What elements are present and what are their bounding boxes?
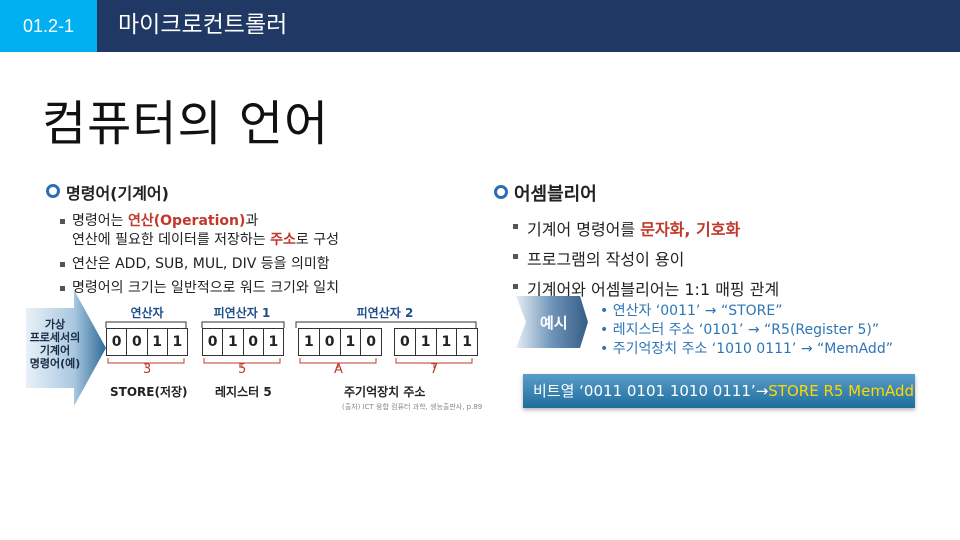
bit-cell: 1 <box>341 329 362 355</box>
bullet-text: 명령어의 크기는 일반적으로 워드 크기와 일치 <box>72 280 339 296</box>
machine-language-title: 명령어(기계어) <box>46 180 169 204</box>
bullet-text: 연산은 ADD, SUB, MUL, DIV 등을 의미함 <box>72 256 330 272</box>
register-caption: 레지스터 5 <box>215 385 272 399</box>
assembly-bullets: 기계어 명령어를 문자화, 기호화 프로그램의 작성이 용이 기계어와 어셈블리… <box>513 216 779 306</box>
memory-address-caption: 주기억장치 주소 <box>344 385 426 399</box>
hex-value: 3 <box>143 362 152 377</box>
bit-cell: 1 <box>437 329 458 355</box>
example-item: 레지스터 주소 ‘0101’ → “R5(Register 5)” <box>600 321 893 340</box>
bitstring-highlight: STORE R5 MemAdd <box>768 382 914 400</box>
bullet-circle-icon <box>494 185 508 199</box>
bit-cell: 1 <box>416 329 437 355</box>
bullet-text: 과 <box>245 213 259 229</box>
arrow-label-line: 명령어(예) <box>29 357 81 370</box>
bullet-text: 프로그램의 작성이 용이 <box>527 250 685 269</box>
bit-cell: 1 <box>462 334 472 350</box>
example-item: 주기억장치 주소 ‘1010 0111’ → “MemAdd” <box>600 340 893 359</box>
opcode-bits: 0011 <box>106 328 188 356</box>
bit-cell: 0 <box>203 329 224 355</box>
example-list: 연산자 ‘0011’ → “STORE” 레지스터 주소 ‘0101’ → “R… <box>600 302 893 359</box>
arrow-label-line: 프로세서의 <box>29 331 81 344</box>
bullet-text: 명령어는 <box>72 213 128 229</box>
bullet-text: 기계어 명령어를 <box>527 220 641 239</box>
example-item: 연산자 ‘0011’ → “STORE” <box>600 302 893 321</box>
bit-cell: 1 <box>299 329 320 355</box>
bit-cell: 0 <box>244 329 264 355</box>
hex-value: 7 <box>430 362 439 377</box>
bullet-item: 명령어는 연산(Operation)과 연산에 필요한 데이터를 저장하는 주소… <box>60 212 339 250</box>
bit-cell: 0 <box>127 329 148 355</box>
hex-value: A <box>334 362 343 377</box>
machine-language-bullets: 명령어는 연산(Operation)과 연산에 필요한 데이터를 저장하는 주소… <box>60 212 339 298</box>
assembly-language-title-text: 어셈블리어 <box>514 184 597 205</box>
arrow-label-line: 가상 <box>44 318 66 331</box>
value-brackets <box>107 358 473 368</box>
assembly-language-title: 어셈블리어 <box>494 180 597 206</box>
bullet-item: 프로그램의 작성이 용이 <box>513 246 779 276</box>
bit-cell: 1 <box>223 329 244 355</box>
highlight-text: 문자화, 기호화 <box>640 220 741 239</box>
page-title: 컴퓨터의 언어 <box>42 96 330 152</box>
bullet-text: 연산에 필요한 데이터를 저장하는 <box>72 232 271 248</box>
bullet-text: 로 구성 <box>295 232 339 248</box>
bit-cell: 1 <box>172 334 183 350</box>
bit-cell: 0 <box>366 334 376 350</box>
highlight-text: 주소 <box>270 232 296 248</box>
machine-language-title-text: 명령어(기계어) <box>66 184 169 203</box>
bullet-circle-icon <box>46 184 60 198</box>
bit-cell: 1 <box>268 334 279 350</box>
hex-value: 5 <box>238 362 247 377</box>
source-note: (출처) ICT 융합 컴퓨터 과학, 생능출판사, p.89 <box>342 403 483 411</box>
operand2-high-bits: 1010 <box>298 328 382 356</box>
highlight-text: 연산(Operation) <box>127 213 246 229</box>
operand2-low-bits: 0111 <box>394 328 478 356</box>
operand1-bits: 0101 <box>202 328 284 356</box>
bullet-item: 기계어 명령어를 문자화, 기호화 <box>513 216 779 246</box>
store-caption: STORE(저장) <box>110 385 188 399</box>
course-title: 마이크로컨트롤러 <box>118 12 288 38</box>
arrow-label: 가상 프로세서의 기계어 명령어(예) <box>26 318 84 370</box>
bit-cell: 1 <box>148 329 168 355</box>
bitstring-text: 비트열 ‘0011 0101 1010 0111’→ <box>533 382 769 400</box>
bullet-item: 연산은 ADD, SUB, MUL, DIV 등을 의미함 <box>60 255 339 274</box>
bitstring-banner: 비트열 ‘0011 0101 1010 0111’→STORE R5 MemAd… <box>523 374 915 408</box>
bit-cell: 0 <box>320 329 341 355</box>
top-bar: 01.2-1 마이크로컨트롤러 <box>0 0 960 52</box>
arrow-label-line: 기계어 <box>39 344 71 357</box>
bit-cell: 0 <box>107 329 128 355</box>
section-badge: 01.2-1 <box>0 0 97 52</box>
bit-cell: 0 <box>395 329 416 355</box>
example-label: 예시 <box>540 314 568 332</box>
